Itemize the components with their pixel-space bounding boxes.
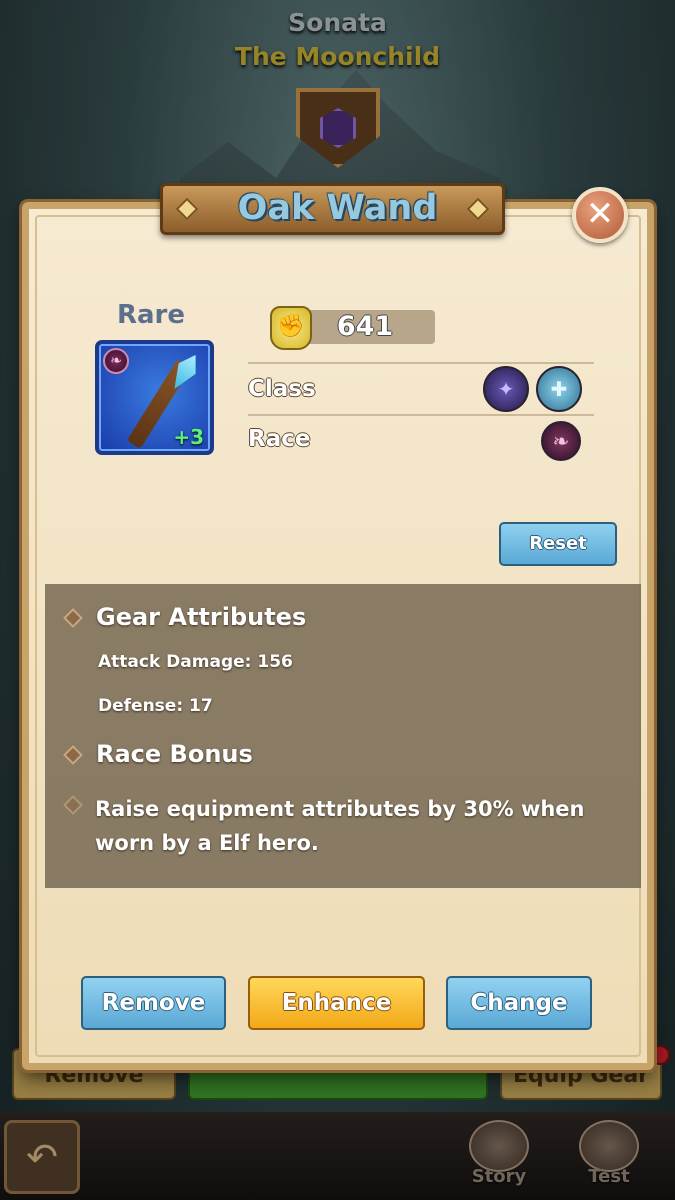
close-button[interactable]: ✕ [572,187,628,243]
reset-button[interactable]: Reset [499,522,617,566]
attack-damage-line: Attack Damage: 156 [98,652,293,672]
race-label: Race [248,426,311,452]
divider [248,414,594,416]
elf-wing-icon: ❧ [103,348,129,374]
race-bonus-heading: Race Bonus [96,740,253,768]
close-icon: ✕ [585,194,615,234]
race-bonus-text: Raise equipment attributes by 30% when w… [95,797,585,855]
support-icon: ✚ [536,366,582,412]
mage-icon: ✦ [483,366,529,412]
power-value: 641 [336,311,394,342]
item-card[interactable]: ❧ +3 [95,340,214,455]
enhance-button[interactable]: Enhance [248,976,425,1030]
fist-icon: ✊ [270,306,312,350]
remove-button[interactable]: Remove [81,976,226,1030]
modal-title: Oak Wand [237,188,438,228]
change-button[interactable]: Change [446,976,592,1030]
enhance-level: +3 [173,425,204,449]
elf-icon: ❧ [541,421,581,461]
defense-line: Defense: 17 [98,696,213,716]
gear-attributes-heading: Gear Attributes [96,603,307,631]
title-gem-left [175,197,199,221]
item-rarity: Rare [116,300,186,330]
class-label: Class [248,376,316,402]
divider [248,362,594,364]
